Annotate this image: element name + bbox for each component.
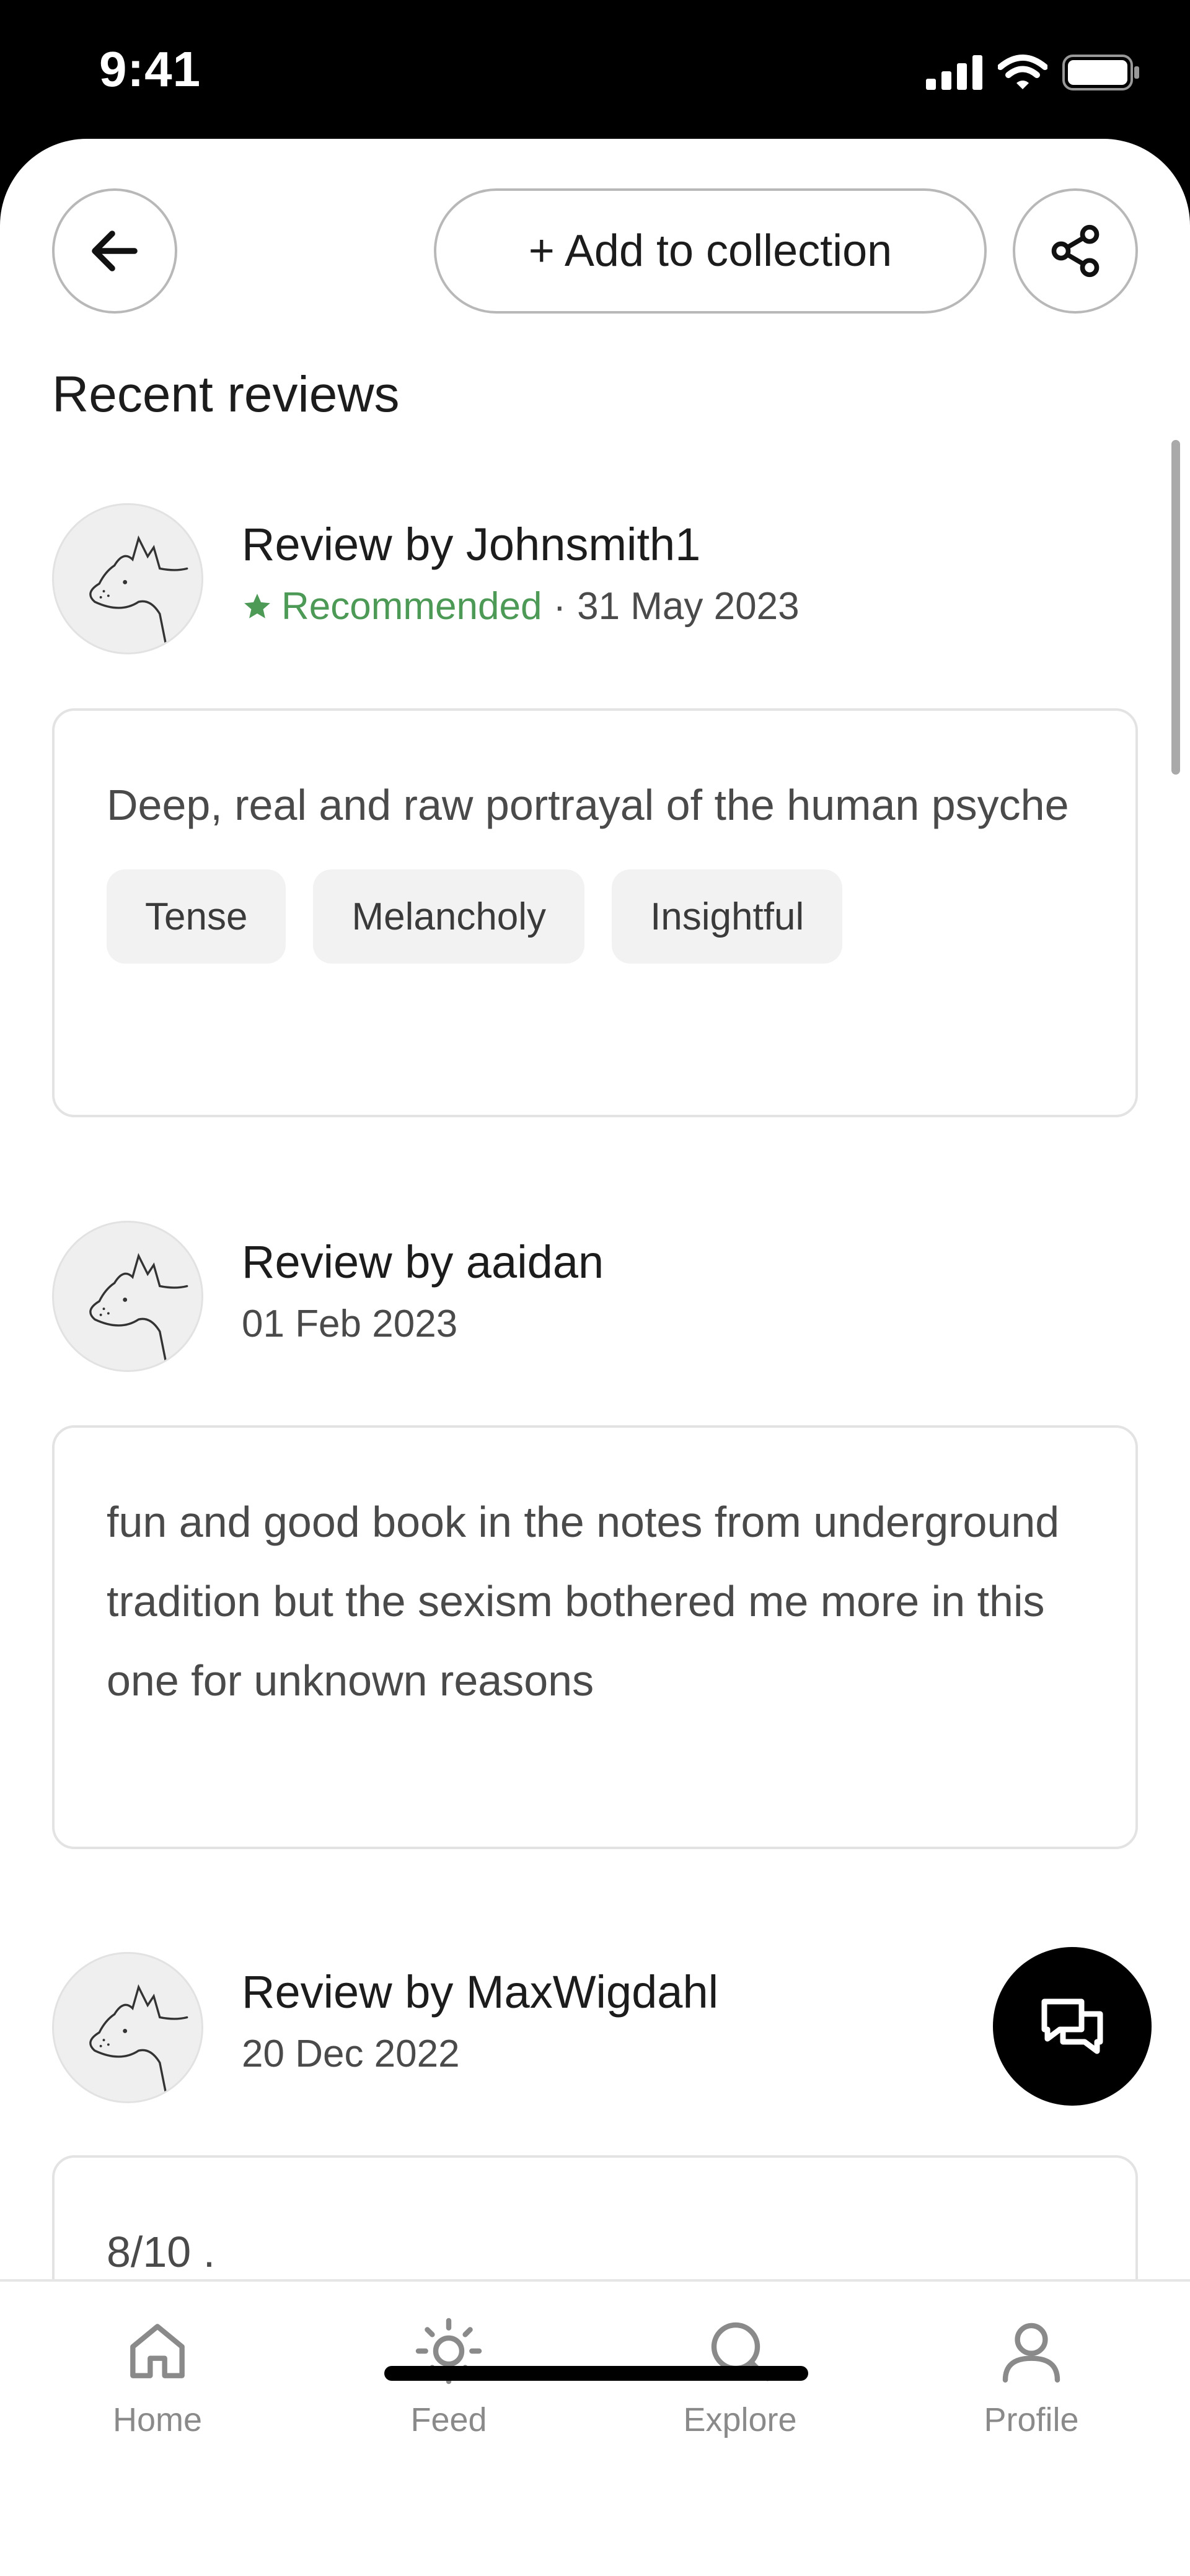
- tag-chip[interactable]: Insightful: [612, 869, 843, 964]
- signal-icon: [926, 55, 982, 90]
- reviewer-name[interactable]: Review by Johnsmith1: [242, 518, 800, 571]
- discussion-fab[interactable]: [993, 1947, 1152, 2106]
- review-text: Deep, real and raw portrayal of the huma…: [107, 781, 1069, 829]
- review-card[interactable]: fun and good book in the notes from unde…: [52, 1425, 1138, 1849]
- tag-chip[interactable]: Tense: [107, 869, 286, 964]
- arrow-left-icon: [92, 231, 138, 271]
- reviewer-name[interactable]: Review by aaidan: [242, 1236, 604, 1288]
- avatar[interactable]: [52, 1952, 203, 2103]
- tab-label: Profile: [984, 2401, 1079, 2438]
- reviewer-name[interactable]: Review by MaxWigdahl: [242, 1966, 718, 2018]
- star-icon: [244, 593, 270, 618]
- home-indicator: [384, 2366, 808, 2381]
- battery-icon: [1062, 55, 1139, 90]
- status-icons: [926, 55, 1140, 90]
- avatar[interactable]: [52, 503, 203, 654]
- review-date: 20 Dec 2022: [242, 2033, 460, 2075]
- tag-chip[interactable]: Melancholy: [313, 869, 585, 964]
- share-button[interactable]: [1013, 188, 1138, 314]
- tab-label: Home: [112, 2401, 203, 2438]
- recommended-badge: Recommended: [242, 584, 542, 628]
- share-icon: [1051, 224, 1100, 278]
- recommended-label: Recommended: [281, 585, 542, 628]
- review-meta: 20 Dec 2022: [242, 2032, 718, 2076]
- status-time: 9:41: [99, 42, 201, 97]
- meta-separator: ·: [553, 585, 566, 628]
- wifi-icon: [998, 55, 1047, 89]
- avatar[interactable]: [52, 1221, 203, 1372]
- review-header: Review by Johnsmith1 Recommended · 31 Ma…: [242, 518, 800, 628]
- review-meta: 01 Feb 2023: [242, 1302, 604, 1346]
- scrollbar[interactable]: [1171, 440, 1180, 775]
- bottom-tab-bar: Home Feed Explore Profile: [0, 2279, 1190, 2575]
- section-title: Recent reviews: [52, 366, 400, 423]
- review-date: 31 May 2023: [577, 585, 800, 628]
- review-text: fun and good book in the notes from unde…: [107, 1498, 1060, 1705]
- review-header: Review by MaxWigdahl 20 Dec 2022: [242, 1966, 718, 2076]
- home-icon: [130, 2324, 185, 2378]
- add-to-collection-button[interactable]: + Add to collection: [434, 188, 987, 314]
- hyena-avatar-icon: [89, 1252, 188, 1363]
- review-card[interactable]: Deep, real and raw portrayal of the huma…: [52, 708, 1138, 1117]
- review-date: 01 Feb 2023: [242, 1303, 458, 1345]
- back-button[interactable]: [52, 188, 177, 314]
- hyena-avatar-icon: [89, 535, 188, 646]
- chat-bubbles-icon: [1041, 1998, 1103, 2054]
- tab-home[interactable]: Home: [64, 2316, 250, 2439]
- tab-profile[interactable]: Profile: [938, 2316, 1124, 2439]
- review-tags: Tense Melancholy Insightful: [107, 869, 1083, 964]
- review-sheet: + Add to collection Recent reviews Revie…: [0, 139, 1190, 2576]
- user-icon: [1002, 2323, 1060, 2383]
- review-header: Review by aaidan 01 Feb 2023: [242, 1236, 604, 1346]
- tab-label: Feed: [410, 2401, 487, 2438]
- review-meta: Recommended · 31 May 2023: [242, 584, 800, 628]
- tab-label: Explore: [683, 2401, 797, 2438]
- hyena-avatar-icon: [89, 1984, 188, 2095]
- status-bar: 9:41: [0, 0, 1190, 149]
